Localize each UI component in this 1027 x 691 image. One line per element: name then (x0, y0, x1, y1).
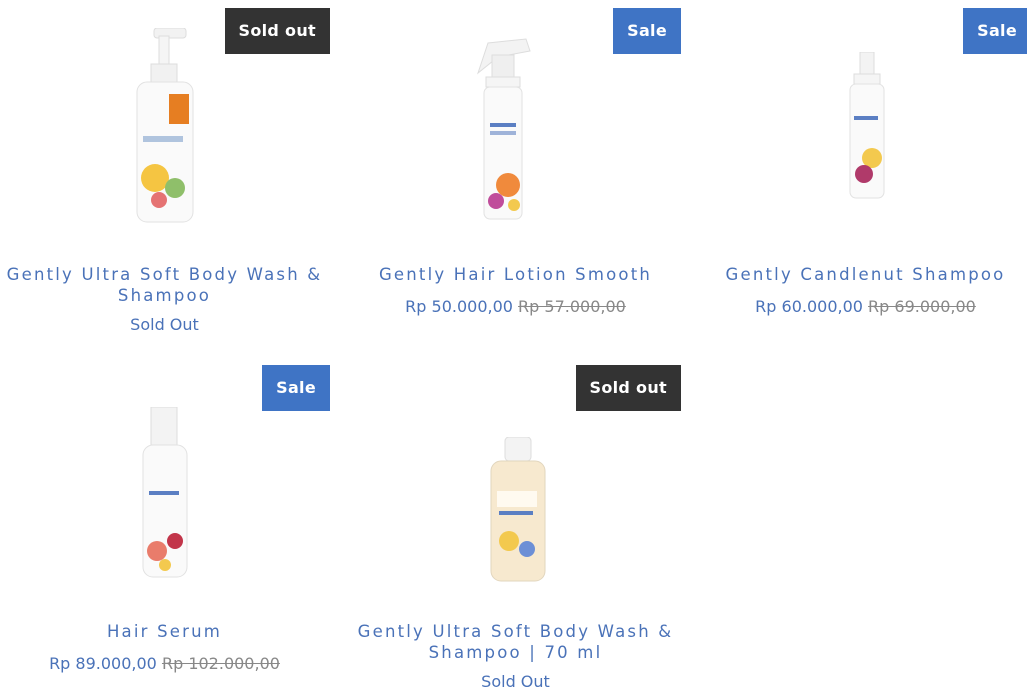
original-price: Rp 57.000,00 (518, 297, 626, 316)
spray-bottle-image (476, 38, 531, 220)
sale-badge: Sale (613, 8, 681, 54)
sale-price: Rp 50.000,00 (405, 297, 513, 316)
product-title[interactable]: Gently Hair Lotion Smooth (350, 264, 681, 285)
price: Rp 50.000,00 Rp 57.000,00 (350, 297, 681, 316)
product-title[interactable]: Hair Serum (0, 621, 330, 642)
product-title[interactable]: Gently Candlenut Shampoo (700, 264, 1027, 285)
sold-out-status: Sold Out (481, 672, 550, 691)
sale-price: Rp 60.000,00 (755, 297, 863, 316)
sold-out-badge: Sold out (224, 8, 330, 54)
pump-bottle-image (136, 28, 194, 223)
sale-price: Rp 89.000,00 (49, 654, 157, 673)
price: Rp 89.000,00 Rp 102.000,00 (0, 654, 330, 673)
product-image[interactable]: Sale (0, 357, 330, 602)
product-image[interactable]: Sale (700, 0, 1027, 245)
product-title[interactable]: Gently Ultra Soft Body Wash & Shampoo (0, 264, 330, 306)
sold-out-badge: Sold out (575, 365, 681, 411)
product-image[interactable]: Sold out (350, 357, 681, 602)
sale-badge: Sale (262, 365, 330, 411)
serum-bottle-image (142, 407, 188, 578)
clear-bottle-image (490, 437, 546, 582)
product-image[interactable]: Sale (350, 0, 681, 245)
product-image[interactable]: Sold out (0, 0, 330, 245)
original-price: Rp 69.000,00 (868, 297, 976, 316)
sold-out-status: Sold Out (130, 315, 199, 334)
small-spray-bottle-image (849, 52, 885, 199)
sale-badge: Sale (963, 8, 1027, 54)
product-title[interactable]: Gently Ultra Soft Body Wash & Shampoo | … (350, 621, 681, 663)
original-price: Rp 102.000,00 (161, 654, 280, 673)
price: Rp 60.000,00 Rp 69.000,00 (700, 297, 1027, 316)
